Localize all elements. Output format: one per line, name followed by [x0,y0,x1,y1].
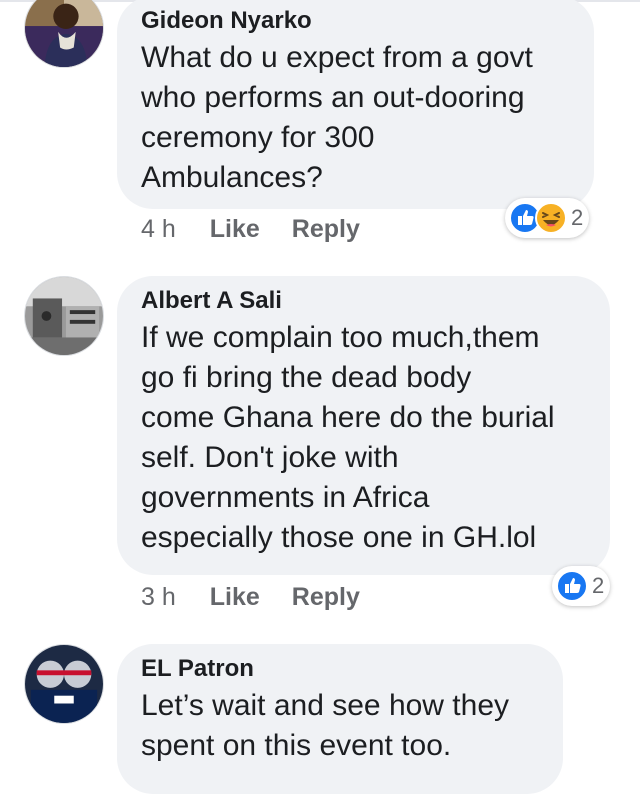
comment-actions: 3 h Like Reply [141,582,392,612]
like-button[interactable]: Like [210,214,260,244]
comment-timestamp[interactable]: 3 h [141,582,176,612]
reply-button[interactable]: Reply [292,214,360,244]
comment-text: Let’s wait and see how they spent on thi… [141,689,510,762]
reaction-count: 2 [592,573,605,598]
comment-bubble: Albert A Sali If we complain too much,th… [117,276,610,575]
comment-bubble: Gideon Nyarko What do u expect from a go… [117,0,594,209]
comment-author[interactable]: Gideon Nyarko [141,6,570,36]
like-icon [556,570,588,602]
reaction-summary[interactable]: 2 [505,198,590,238]
comment-text: If we complain too much,them go fi bring… [141,321,555,554]
comment-actions: 4 h Like Reply [141,214,392,244]
reply-button[interactable]: Reply [292,582,360,612]
avatar[interactable] [24,276,104,356]
reaction-summary[interactable]: 2 [552,566,611,606]
haha-icon [535,202,567,234]
avatar[interactable] [24,644,104,724]
avatar[interactable] [24,0,104,68]
comment-author[interactable]: EL Patron [141,654,539,684]
reaction-count: 2 [571,205,584,230]
comment-timestamp[interactable]: 4 h [141,214,176,244]
comment-author[interactable]: Albert A Sali [141,286,586,316]
like-button[interactable]: Like [210,582,260,612]
comment-bubble: EL Patron Let’s wait and see how they sp… [117,644,563,794]
comment-text: What do u expect from a govt who perform… [141,41,533,194]
